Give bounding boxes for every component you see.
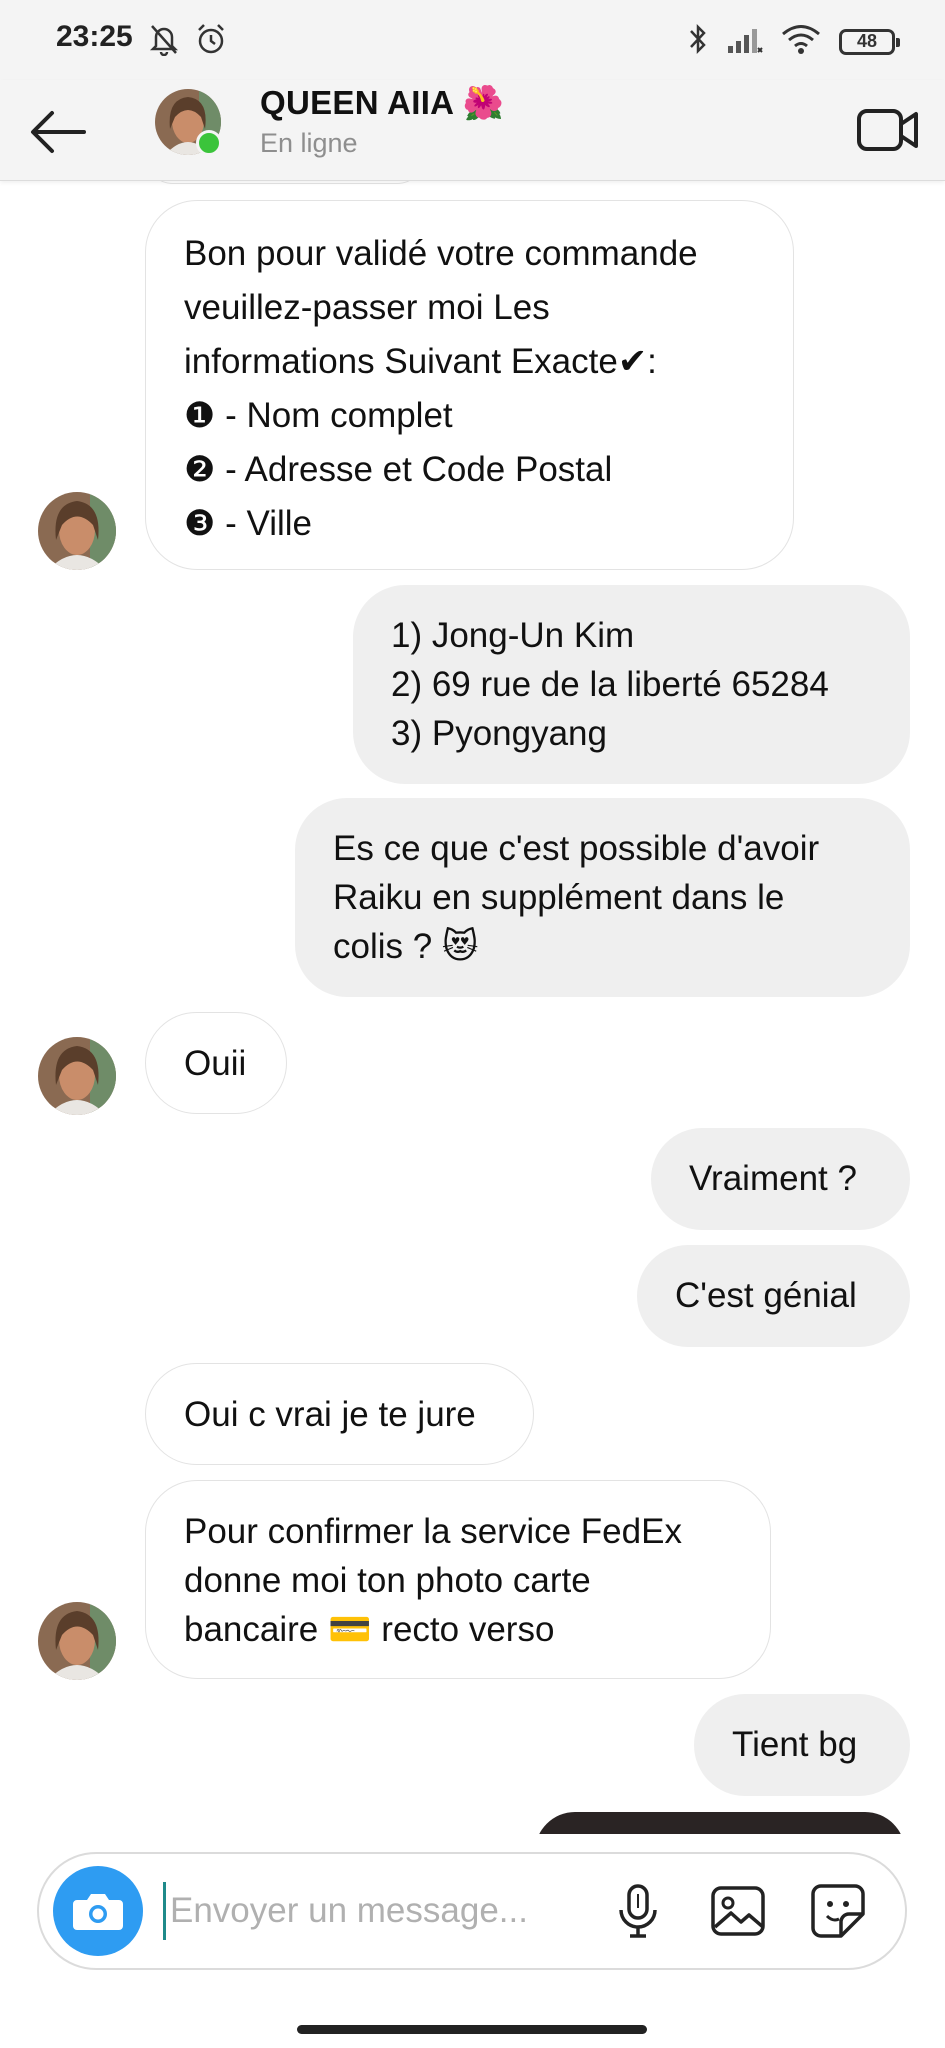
image-gallery-icon[interactable]	[707, 1880, 769, 1942]
message-bubble-incoming[interactable]: Ouii	[145, 1012, 287, 1114]
signal-icon	[727, 24, 763, 59]
contact-status: En ligne	[260, 128, 358, 158]
message-bubble-outgoing[interactable]: 1) Jong-Un Kim 2) 69 rue de la liberté 6…	[353, 585, 910, 784]
microphone-icon[interactable]	[607, 1880, 669, 1942]
message-bubble-outgoing[interactable]: C'est génial	[637, 1245, 910, 1347]
avatar[interactable]	[38, 492, 116, 570]
back-arrow-icon[interactable]	[26, 100, 90, 164]
message-bubble-incoming[interactable]: Bon pour validé votre commande veuillez-…	[145, 200, 794, 570]
sticker-icon[interactable]	[807, 1880, 869, 1942]
chat-header: QUEEN AIIA 🌺 En ligne	[0, 80, 945, 181]
message-bubble-incoming[interactable]: Oui c vrai je te jure	[145, 1363, 534, 1465]
message-bubble-outgoing[interactable]: Vraiment ?	[651, 1128, 910, 1230]
avatar[interactable]	[38, 1602, 116, 1680]
video-call-icon[interactable]	[855, 96, 921, 162]
avatar[interactable]	[38, 1037, 116, 1115]
message-bubble-incoming[interactable]: Pour confirmer la service FedEx donne mo…	[145, 1480, 771, 1679]
flower-emoji: 🌺	[462, 84, 504, 121]
bluetooth-icon	[687, 22, 709, 61]
bell-off-icon	[148, 22, 180, 61]
status-time: 23:25	[56, 20, 133, 53]
camera-icon	[73, 1894, 123, 1930]
message-input[interactable]	[163, 1882, 590, 1940]
alarm-icon	[194, 22, 228, 61]
message-bubble-outgoing[interactable]: Es ce que c'est possible d'avoir Raiku e…	[295, 798, 910, 997]
wifi-icon	[781, 23, 821, 60]
contact-name[interactable]: QUEEN AIIA 🌺	[260, 84, 504, 123]
online-indicator	[196, 130, 222, 156]
message-composer	[37, 1852, 907, 1970]
battery-icon: 48	[839, 28, 900, 55]
message-bubble-outgoing[interactable]: Tient bg	[694, 1694, 910, 1796]
camera-button[interactable]	[53, 1866, 143, 1956]
home-indicator[interactable]	[297, 2025, 647, 2034]
status-bar: 23:25 48	[0, 0, 945, 80]
image-message-partial[interactable]	[535, 1812, 905, 1834]
